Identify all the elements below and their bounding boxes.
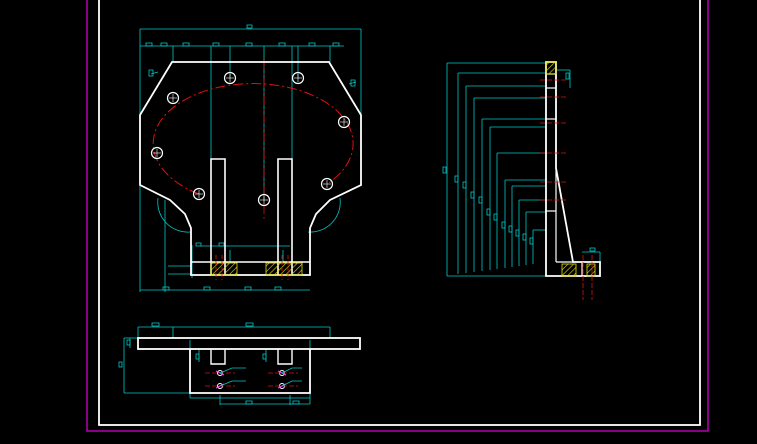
cad-drawing-canvas (0, 0, 757, 440)
side-view-dimensions (442, 62, 601, 277)
front-view-slot-left (210, 158, 226, 275)
sheet-outer-border (86, 0, 709, 432)
front-view-slot-right (277, 158, 293, 275)
top-view (118, 322, 361, 405)
top-view-plate (137, 337, 361, 350)
front-view (139, 24, 362, 292)
front-view-dimensions (139, 24, 362, 292)
top-view-slot-left (210, 349, 226, 365)
side-view-outline (545, 61, 601, 277)
hatched-section (545, 61, 557, 75)
hatched-section (561, 263, 577, 277)
side-view (442, 61, 601, 300)
hatched-section (210, 262, 238, 276)
bolt-circle-centerline (152, 83, 354, 195)
cad-drawing (86, 0, 709, 432)
hatched-section (586, 263, 596, 277)
front-view-outline (139, 61, 362, 276)
top-view-slot-right (277, 349, 293, 365)
hatched-section (265, 262, 303, 276)
leader-lines (219, 367, 302, 387)
